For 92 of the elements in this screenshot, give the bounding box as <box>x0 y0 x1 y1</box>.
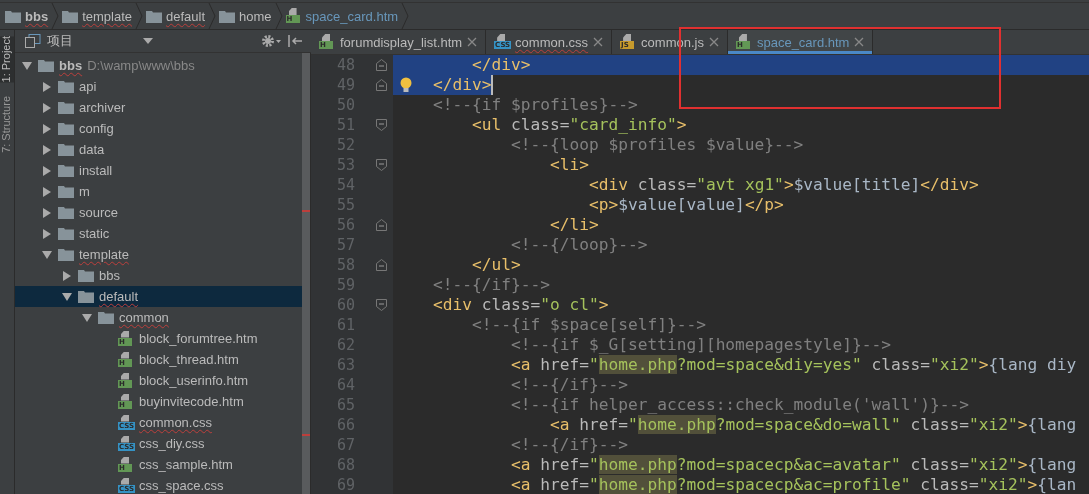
code-line: <a href="home.php?mod=space&do=wall" class="xi2">{lang <box>548 415 1077 435</box>
folder-icon <box>98 311 114 324</box>
code-line: <a href="home.php?mod=spacecp&ac=profile" class="xi2">{lan <box>509 475 1077 494</box>
breadcrumb-link[interactable]: bbs <box>25 8 49 24</box>
folder-icon <box>5 9 21 23</box>
folder-icon <box>58 206 74 219</box>
expand-arrow-icon[interactable] <box>41 185 53 198</box>
expand-arrow-icon[interactable] <box>41 101 53 114</box>
tree-item[interactable]: bbs <box>15 265 302 286</box>
collapse-arrow-icon[interactable] <box>41 248 53 261</box>
collapse-icon[interactable] <box>287 34 303 48</box>
tree-item[interactable]: m <box>15 181 302 202</box>
breadcrumb-link[interactable]: template <box>82 8 132 24</box>
code-line: <a href="home.php?mod=spacecp&ac=avatar" class="xi2">{lang <box>509 455 1077 475</box>
code-line: </li> <box>548 215 599 235</box>
error-stripe-mark <box>302 434 310 436</box>
expand-arrow-icon[interactable] <box>41 206 53 219</box>
folder-icon <box>219 9 236 23</box>
fold-icon[interactable] <box>376 299 387 311</box>
scrollbar[interactable] <box>302 53 311 494</box>
lightbulb-icon[interactable] <box>399 77 413 93</box>
tree-item[interactable]: bbs D:\wamp\www\bbs <box>15 55 302 76</box>
project-view-icon <box>25 34 41 48</box>
code-line: <!--{if $_G[setting][homepagestyle]}--> <box>509 335 892 355</box>
tree-item[interactable]: api <box>15 76 302 97</box>
collapse-arrow-icon[interactable] <box>21 59 33 72</box>
code-line: <div class="o cl"> <box>433 295 609 315</box>
folder-icon <box>58 122 74 135</box>
code-line: <!--{if $space[self]}--> <box>470 315 706 335</box>
expand-arrow-icon[interactable] <box>61 269 73 282</box>
fold-icon[interactable] <box>376 219 387 231</box>
panel-title[interactable]: 项目 <box>47 32 73 50</box>
error-stripe-mark <box>302 210 310 212</box>
tree-item[interactable]: static <box>15 223 302 244</box>
folder-icon <box>58 185 74 198</box>
path-label: D:\wamp\www\bbs <box>87 58 195 73</box>
code-line: <!--{/if}--> <box>509 435 628 455</box>
fold-icon[interactable] <box>376 79 387 91</box>
code-line: <!--{/loop}--> <box>509 235 648 255</box>
expand-arrow-icon[interactable] <box>41 164 53 177</box>
fold-icon[interactable] <box>376 119 387 131</box>
code-line: </ul> <box>470 255 521 275</box>
fold-icon[interactable] <box>376 259 387 271</box>
code-line: <a href="home.php?mod=space&diy=yes" class="xi2">{lang diy <box>509 355 1077 375</box>
expand-arrow-icon[interactable] <box>41 80 53 93</box>
close-icon[interactable] <box>708 37 719 47</box>
dropdown-caret-icon[interactable] <box>143 38 153 44</box>
collapse-arrow-icon[interactable] <box>61 290 73 303</box>
expand-arrow-icon[interactable] <box>41 227 53 240</box>
folder-icon <box>58 227 74 240</box>
code-line: <p>$value[value]</p> <box>587 195 784 215</box>
tree-item[interactable]: config <box>15 118 302 139</box>
tree-item[interactable]: source <box>15 202 302 223</box>
expand-arrow-icon[interactable] <box>41 143 53 156</box>
code-line: <!--{/if}--> <box>509 375 628 395</box>
collapse-arrow-icon[interactable] <box>81 311 93 324</box>
folder-icon <box>146 9 162 23</box>
folder-icon <box>38 59 54 72</box>
breadcrumb-link[interactable]: space_card.htm <box>305 8 399 24</box>
close-icon[interactable] <box>467 37 478 47</box>
code-line: <!--{loop $profiles $value}--> <box>509 135 804 155</box>
folder-icon <box>58 80 74 93</box>
breadcrumb-link[interactable]: default <box>166 8 206 24</box>
folder-icon <box>58 164 74 177</box>
folder-icon <box>62 9 79 23</box>
breadcrumb-link[interactable]: home <box>239 8 272 24</box>
tree-item[interactable]: data <box>15 139 302 160</box>
code-line: </div> <box>470 55 531 75</box>
tree-item[interactable]: template <box>15 244 302 265</box>
code-line: <!--{if helper_access::check_module('wall')}--> <box>509 395 969 415</box>
code-line: <!--{/if}--> <box>433 275 550 295</box>
folder-icon <box>58 248 74 261</box>
tree-item[interactable]: install <box>15 160 302 181</box>
folder-icon <box>78 269 94 282</box>
folder-icon <box>78 290 94 303</box>
fold-icon[interactable] <box>376 59 387 71</box>
tree-item[interactable]: default <box>15 286 302 307</box>
settings-icon[interactable] <box>261 34 281 48</box>
code-line: <!--{if $profiles}--> <box>433 95 638 115</box>
code-line: <div class="avt xg1">$value[title]</div> <box>587 175 979 195</box>
folder-icon <box>58 101 74 114</box>
expand-arrow-icon[interactable] <box>41 122 53 135</box>
tree-item[interactable]: common <box>15 307 302 328</box>
code-line: <ul class="card_info"> <box>470 115 687 135</box>
close-icon[interactable] <box>593 37 604 47</box>
tool-window-tab[interactable]: 1: Project <box>0 36 14 83</box>
tree-item[interactable]: archiver <box>15 97 302 118</box>
folder-icon <box>58 143 74 156</box>
fold-icon[interactable] <box>376 159 387 171</box>
close-icon[interactable] <box>854 37 865 47</box>
tool-window-tab[interactable]: 7: Structure <box>0 96 14 154</box>
code-line: <li> <box>548 155 589 175</box>
